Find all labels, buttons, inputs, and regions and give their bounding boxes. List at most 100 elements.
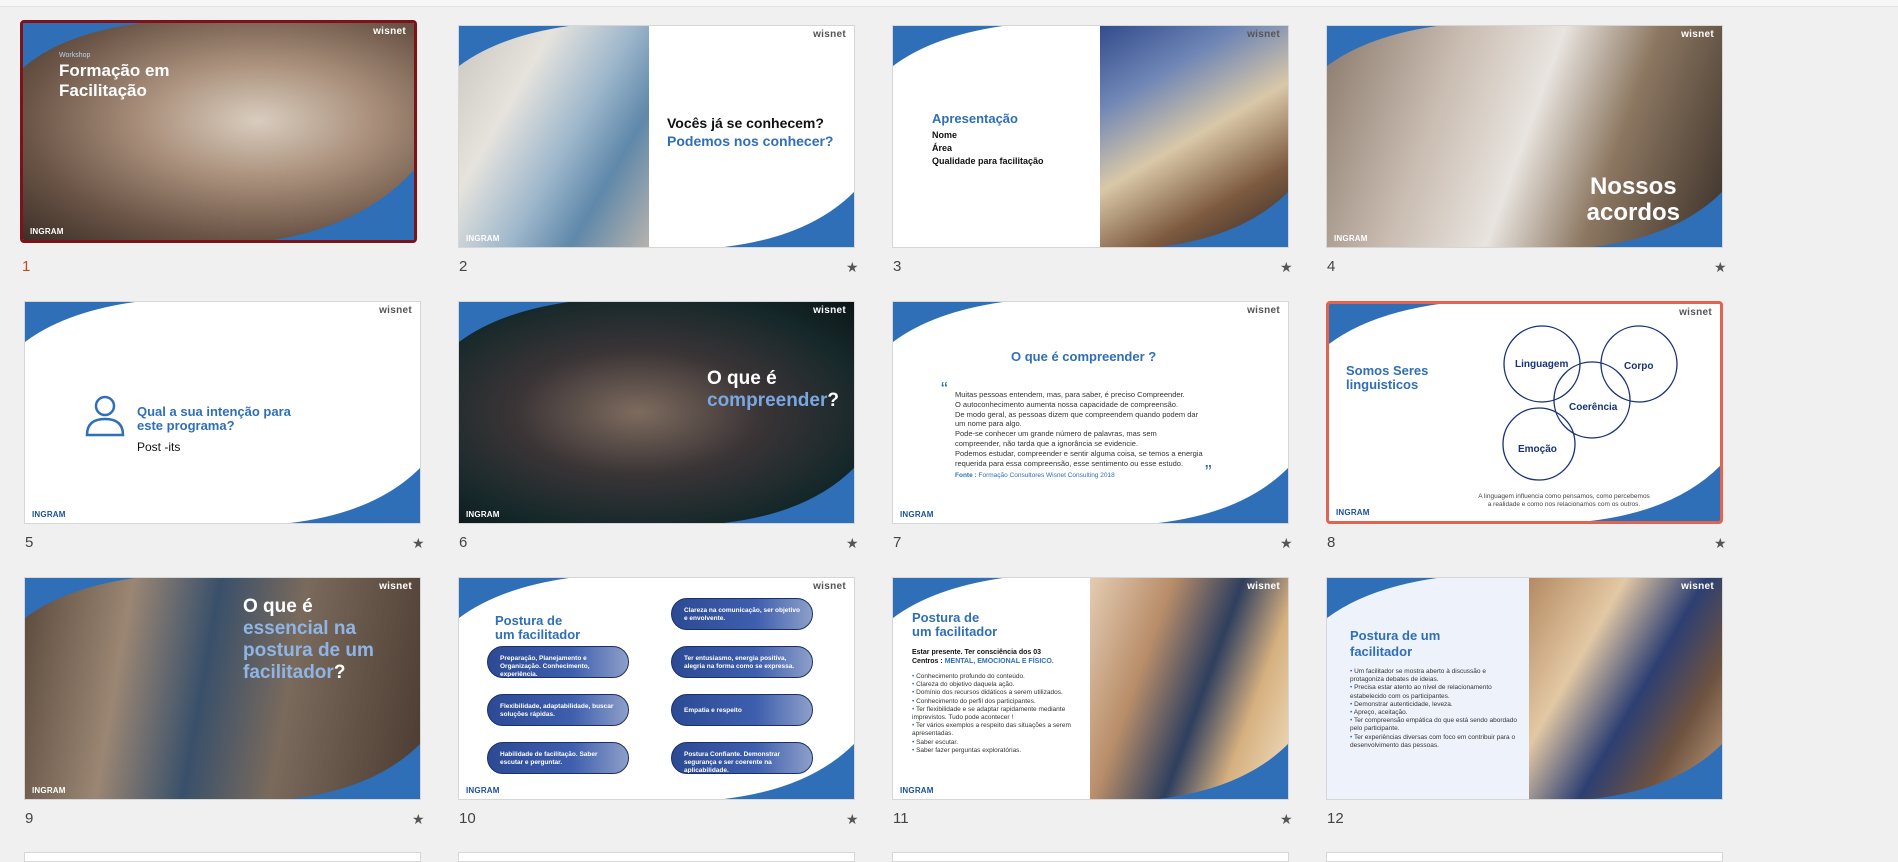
slide-number-10: 10	[459, 810, 476, 827]
transition-star-icon[interactable]: ★	[1714, 535, 1727, 552]
blue-swoosh-top	[893, 302, 1003, 342]
slide-thumbnail-15-partial[interactable]	[892, 852, 1289, 862]
blue-swoosh-bottom	[1158, 468, 1288, 523]
slide-number-3: 3	[893, 258, 902, 275]
slide-thumbnail-11[interactable]: wisnet Postura de um facilitador Estar pr…	[892, 577, 1289, 800]
bullet: Apreço, aceitação.	[1350, 709, 1520, 717]
bullet: Ter vários exemplos a respeito das situa…	[912, 722, 1082, 738]
blue-swoosh-bottom	[724, 192, 854, 247]
slide-number-7: 7	[893, 534, 902, 551]
slide-thumbnail-3[interactable]: wisnet Apresentação Nome Área Qualidade pa…	[892, 25, 1289, 248]
blue-swoosh-top	[893, 26, 1003, 66]
pill-preparacao: Preparação, Planejamento e Organização. …	[487, 646, 629, 678]
slide-thumbnail-14-partial[interactable]	[458, 852, 855, 862]
transition-star-icon[interactable]: ★	[846, 535, 859, 552]
pill-empatia: Empatia e respeito	[671, 694, 813, 726]
slide-thumbnail-10[interactable]: wisnet Postura de um facilitador Preparaç…	[458, 577, 855, 800]
slide-number-6: 6	[459, 534, 468, 551]
blue-swoosh-top	[25, 302, 135, 342]
blue-swoosh-top	[1329, 304, 1439, 344]
slide-title: Apresentação	[932, 111, 1018, 126]
slide-thumbnail-1[interactable]: wisnet Workshop Formação em Facilitação I…	[20, 20, 417, 243]
venn-label-emocao: Emoção	[1518, 444, 1557, 455]
slide-number-12: 12	[1327, 810, 1344, 827]
slide-bullet-list: Um facilitador se mostra aberto à discus…	[1350, 668, 1520, 750]
pill-clareza: Clareza na comunicação, ser objetivo e e…	[671, 598, 813, 630]
bullet: Clareza do objetivo daquela ação.	[912, 681, 1082, 689]
slide-thumbnail-4[interactable]: wisnet Nossos acordos INGRAM	[1326, 25, 1723, 248]
transition-star-icon[interactable]: ★	[1714, 259, 1727, 276]
slide-title: Formação em Facilitação	[59, 61, 170, 100]
blue-swoosh-bottom	[290, 744, 420, 799]
transition-star-icon[interactable]: ★	[1280, 535, 1293, 552]
slide-thumbnail-12[interactable]: wisnet Postura de umfacilitador Um facil…	[1326, 577, 1723, 800]
bullet: Ter compreensão empática do que está sen…	[1350, 717, 1520, 733]
blue-swoosh-bottom	[290, 468, 420, 523]
bullet: Conhecimento do perfil dos participantes…	[912, 698, 1082, 706]
wisnet-logo: wisnet	[813, 581, 846, 592]
bullet: Precisa estar atento ao nível de relacio…	[1350, 684, 1520, 700]
slide-title: O que é compreender ?	[1011, 349, 1157, 364]
ingram-logo: INGRAM	[466, 510, 500, 519]
slide-thumbnail-2[interactable]: wisnet Vocês já se conhecem? Podemos nos…	[458, 25, 855, 248]
blue-swoosh-bottom	[274, 170, 414, 240]
venn-label-corpo: Corpo	[1624, 361, 1654, 372]
transition-star-icon[interactable]: ★	[1280, 259, 1293, 276]
bullet: Domínio dos recursos didáticos a serem u…	[912, 689, 1082, 697]
quote-close-icon: ”	[1205, 462, 1212, 484]
top-toolbar-edge	[0, 0, 1898, 7]
quote-open-icon: “	[941, 379, 948, 401]
slide-thumbnail-9[interactable]: wisnet O que é essencial na postura de um f…	[24, 577, 421, 800]
wisnet-logo: wisnet	[1681, 29, 1714, 40]
slide-thumbnail-8[interactable]: wisnet Somos Seres linguisticos Linguagem…	[1326, 301, 1723, 524]
slide-thumbnail-7[interactable]: wisnet O que é compreender ? “ Muitas pe…	[892, 301, 1289, 524]
transition-star-icon[interactable]: ★	[846, 259, 859, 276]
slide-intro: Estar presente. Ter consciência dos 03 Ce…	[912, 649, 1054, 665]
wisnet-logo: wisnet	[1247, 581, 1280, 592]
wisnet-logo: wisnet	[813, 29, 846, 40]
slide-thumbnail-16-partial[interactable]	[1326, 852, 1723, 862]
slide-eyebrow: Workshop	[59, 52, 91, 59]
blue-swoosh-top	[25, 578, 135, 618]
transition-star-icon[interactable]: ★	[412, 535, 425, 552]
slide-number-8: 8	[1327, 534, 1336, 551]
wisnet-logo: wisnet	[1681, 581, 1714, 592]
venn-label-linguagem: Linguagem	[1515, 359, 1569, 370]
bullet: Ter flexibilidade e se adaptar rapidamen…	[912, 706, 1082, 722]
transition-star-icon[interactable]: ★	[412, 811, 425, 828]
venn-caption: A linguagem influencia como pensamos, co…	[1478, 493, 1650, 508]
transition-star-icon[interactable]: ★	[846, 811, 859, 828]
ingram-logo: INGRAM	[900, 786, 934, 795]
slide-source: Fonte : Formação Consultores Wisnet Cons…	[955, 472, 1115, 479]
slide-title: Somos Seres linguisticos	[1346, 363, 1429, 392]
wisnet-logo: wisnet	[379, 305, 412, 316]
pill-flexibilidade: Flexibilidade, adaptabilidade, buscar so…	[487, 694, 629, 726]
ingram-logo: INGRAM	[32, 510, 66, 519]
slide-thumbnail-13-partial[interactable]	[24, 852, 421, 862]
slide-number-11: 11	[893, 810, 909, 827]
blue-swoosh-bottom	[1592, 744, 1722, 799]
slide-items: Nome Área Qualidade para facilitação	[932, 130, 1044, 166]
slide-line-2: Podemos nos conhecer?	[667, 133, 834, 149]
ingram-logo: INGRAM	[1334, 234, 1368, 243]
slide-title: Nossos acordos	[1586, 173, 1680, 226]
ingram-logo: INGRAM	[466, 234, 500, 243]
slide-title: Postura de um facilitador	[1350, 628, 1441, 659]
slide-number-9: 9	[25, 810, 34, 827]
ingram-logo: INGRAM	[32, 786, 66, 795]
bullet: Saber escutar.	[912, 739, 1082, 747]
wisnet-logo: wisnet	[379, 581, 412, 592]
wisnet-logo: wisnet	[1679, 307, 1712, 318]
wisnet-logo: wisnet	[1247, 305, 1280, 316]
slide-thumbnail-6[interactable]: wisnet O que é compreender? INGRAM	[458, 301, 855, 524]
bullet: Saber fazer perguntas exploratórias.	[912, 747, 1082, 755]
slide-quote: Muitas pessoas entendem, mas, para saber…	[955, 390, 1203, 468]
slide-bullet-list: Conhecimento profundo do conteúdo. Clare…	[912, 673, 1082, 755]
transition-star-icon[interactable]: ★	[1280, 811, 1293, 828]
slide-number-5: 5	[25, 534, 34, 551]
slide-thumbnail-5[interactable]: wisnet Qual a sua intenção para este prog…	[24, 301, 421, 524]
bullet: Conhecimento profundo do conteúdo.	[912, 673, 1082, 681]
bullet: Ter experiências diversas com foco em co…	[1350, 734, 1520, 750]
slide-title: O que é compreender?	[707, 368, 839, 411]
blue-swoosh-bottom	[1158, 744, 1288, 799]
